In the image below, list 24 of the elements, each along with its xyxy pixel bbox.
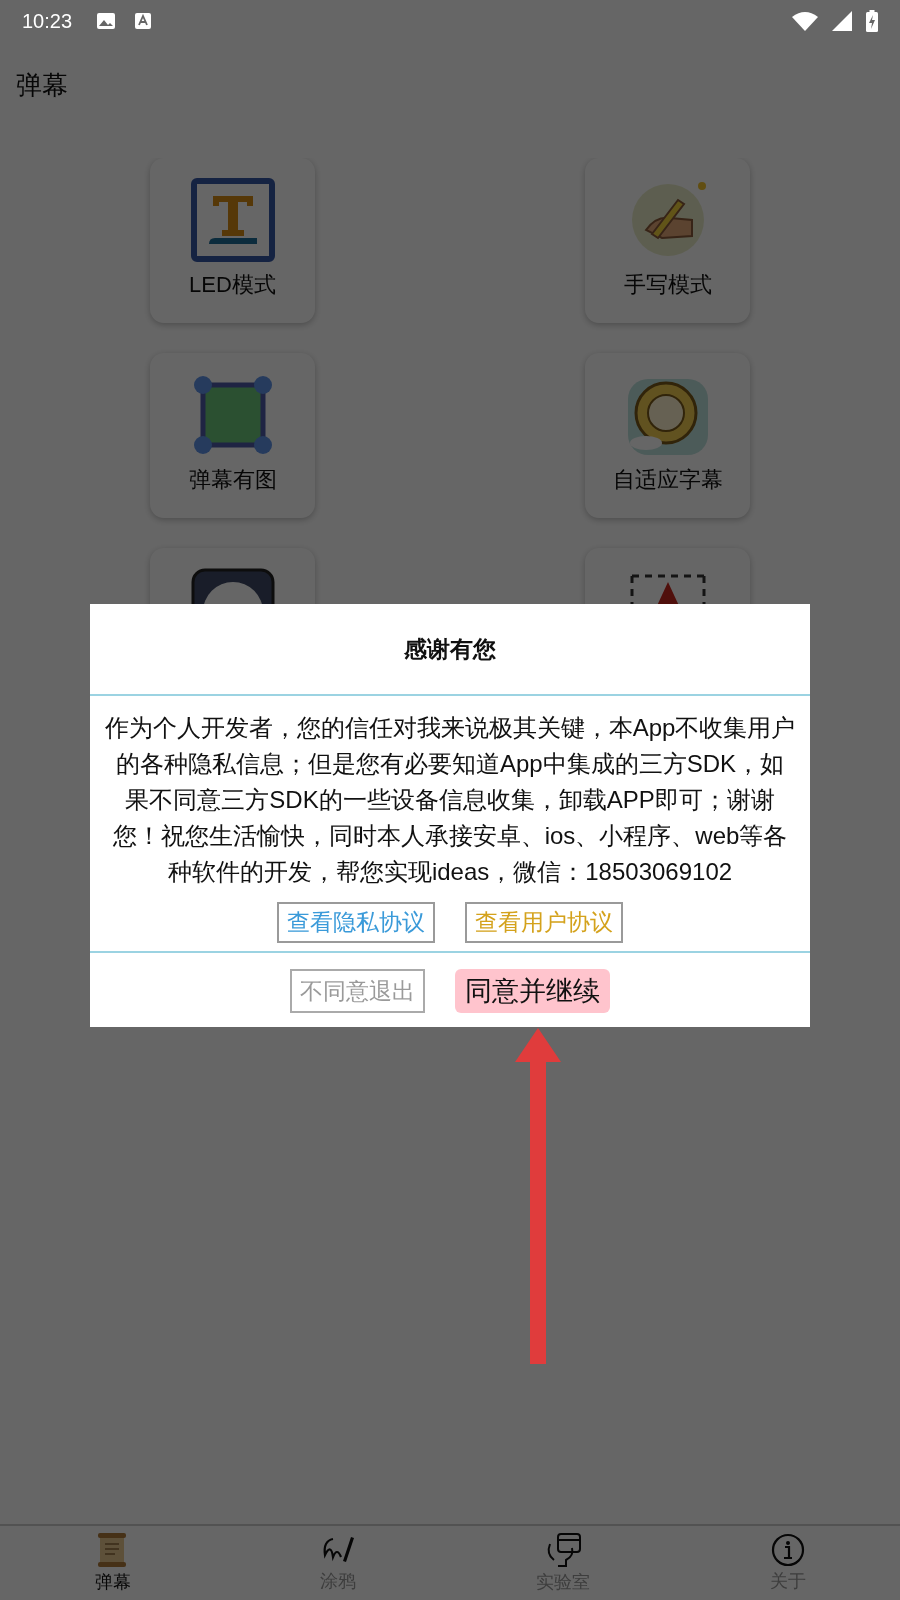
signal-icon (832, 11, 852, 31)
status-time: 10:23 (22, 9, 73, 33)
text-tool-icon (190, 178, 275, 262)
info-icon (770, 1533, 805, 1567)
battery-icon (866, 10, 878, 32)
feature-card[interactable]: 手写模式 (585, 158, 750, 323)
feature-card[interactable]: LED模式 (150, 158, 315, 323)
app-title: 弹幕 (16, 68, 68, 102)
wifi-icon (792, 11, 818, 31)
card-label: 弹幕有图 (188, 466, 277, 494)
dialog-title: 感谢有您 (403, 634, 497, 664)
image-icon (96, 12, 117, 30)
font-icon (134, 12, 153, 30)
card-label: LED模式 (189, 271, 276, 299)
feature-card[interactable]: 弹幕有图 (150, 353, 315, 518)
nav-tab[interactable]: 弹幕 (0, 1526, 225, 1600)
card-label: 手写模式 (623, 271, 712, 299)
dialog-message: 作为个人开发者，您的信任对我来说极其关键，本App不收集用户的各种隐私信息；但是您有必要知道App中集成的三方SDK，如果不同意三方SDK的一些设备信息收集，卸载APP即可；谢谢您！祝您生活愉快，同时本人承接安卓、ios、小程序、web等各种软件的开发，帮您实现ideas，微信：18503069102 (103, 713, 797, 887)
agree-button[interactable]: 同意并继续 (455, 969, 610, 1013)
decline-button[interactable]: 不同意退出 (290, 969, 425, 1013)
agreement-link[interactable]: 查看隐私协议 (277, 902, 435, 943)
card-label: 自适应字幕 (612, 466, 723, 494)
agreement-link[interactable]: 查看用户协议 (465, 902, 623, 943)
feature-card[interactable]: 自适应字幕 (585, 353, 750, 518)
